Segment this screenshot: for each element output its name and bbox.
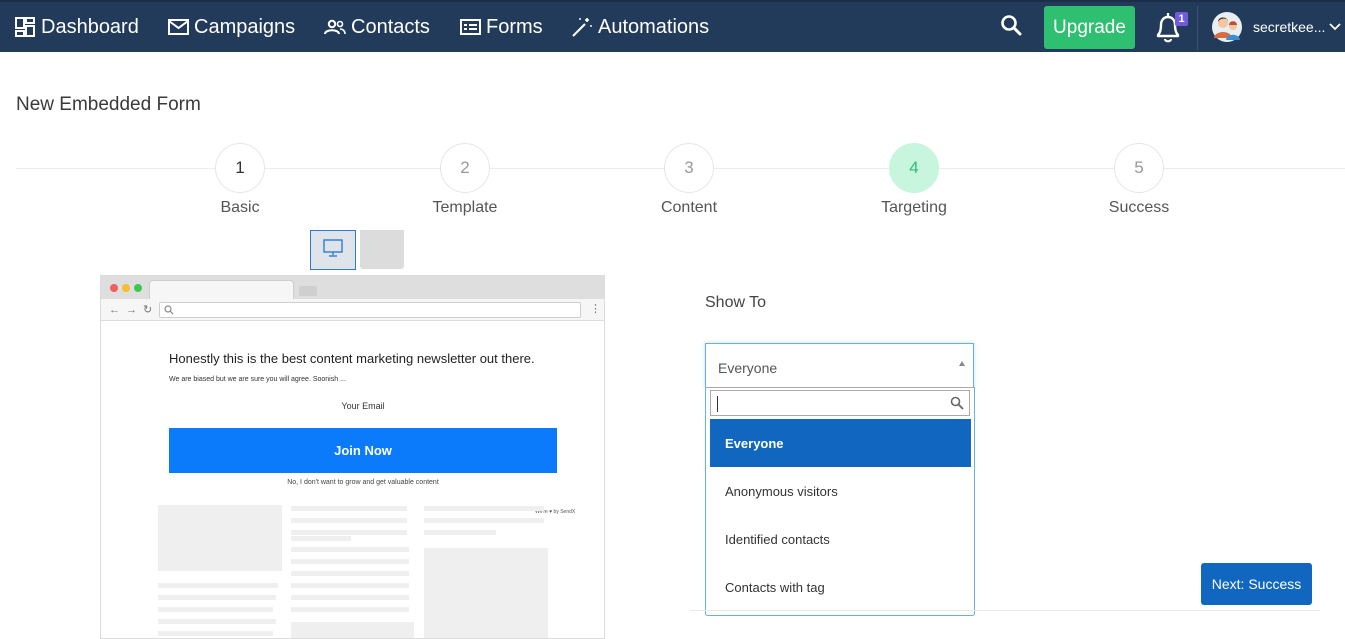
step-targeting[interactable]: 4 Targeting <box>854 143 974 217</box>
placeholder-line <box>158 619 276 624</box>
placeholder-block <box>291 622 414 638</box>
nav-forms[interactable]: Forms <box>459 2 543 52</box>
maximize-dot-icon <box>134 284 142 292</box>
nav-automations[interactable]: Automations <box>571 2 709 52</box>
placeholder-block <box>158 505 282 571</box>
step-label: Targeting <box>881 199 947 216</box>
placeholder-line <box>291 571 409 576</box>
option-identified-contacts[interactable]: Identified contacts <box>710 515 971 563</box>
placeholder-line <box>158 631 273 636</box>
next-success-button[interactable]: Next: Success <box>1201 563 1312 605</box>
placeholder-line <box>291 595 409 600</box>
search-icon <box>950 396 964 415</box>
option-everyone[interactable]: Everyone <box>710 419 971 467</box>
step-label: Basic <box>220 199 260 216</box>
step-number: 1 <box>215 143 265 193</box>
mobile-preview-button[interactable] <box>360 230 404 269</box>
option-anonymous-visitors[interactable]: Anonymous visitors <box>710 467 971 515</box>
step-template[interactable]: 2 Template <box>405 143 525 217</box>
placeholder-line <box>291 607 409 612</box>
embedded-form: Honestly this is the best content market… <box>158 331 581 515</box>
form-title: Honestly this is the best content market… <box>169 351 535 366</box>
step-number: 3 <box>664 143 714 193</box>
avatar <box>1212 12 1242 42</box>
placeholder-line <box>291 547 409 552</box>
notification-badge: 1 <box>1175 12 1188 26</box>
browser-titlebar <box>101 276 604 299</box>
nav-campaigns[interactable]: Campaigns <box>167 2 295 52</box>
form-subtitle: We are biased but we are sure you will a… <box>169 376 346 383</box>
browser-tab <box>149 280 294 299</box>
users-icon <box>324 16 346 38</box>
step-number: 5 <box>1114 143 1164 193</box>
desktop-preview-button[interactable] <box>310 230 356 270</box>
new-tab-icon <box>299 286 317 296</box>
placeholder-block <box>424 548 548 638</box>
show-to-dropdown: Everyone Anonymous visitors Identified c… <box>705 387 975 616</box>
step-basic[interactable]: 1 Basic <box>180 143 300 217</box>
placeholder-line <box>158 583 278 588</box>
browser-menu-icon: ⋮ <box>590 303 601 315</box>
step-label: Content <box>660 199 718 216</box>
placeholder-line <box>291 506 407 511</box>
placeholder-line <box>291 559 409 564</box>
nav-contacts[interactable]: Contacts <box>324 2 430 52</box>
step-number: 4 <box>889 143 939 193</box>
caret-up-icon <box>959 361 965 366</box>
upgrade-button[interactable]: Upgrade <box>1044 6 1135 49</box>
placeholder-line <box>424 518 544 523</box>
placeholder-line <box>291 536 351 541</box>
show-to-label: Show To <box>705 294 767 311</box>
nav-forms-label: Forms <box>486 15 543 38</box>
chevron-down-icon <box>1329 23 1342 31</box>
text-cursor <box>717 396 718 412</box>
browser-toolbar: ←→↻ ⋮ <box>101 299 604 321</box>
nav-contacts-label: Contacts <box>351 15 430 38</box>
show-to-selected-value: Everyone <box>718 360 778 376</box>
option-contacts-with-tag[interactable]: Contacts with tag <box>710 563 971 611</box>
step-number: 2 <box>440 143 490 193</box>
nav-automations-label: Automations <box>598 15 710 38</box>
username: secretkee... <box>1253 19 1326 35</box>
step-success[interactable]: 5 Success <box>1079 143 1199 217</box>
placeholder-line <box>424 530 496 535</box>
dashboard-icon <box>14 16 36 38</box>
footer-divider <box>690 610 1320 611</box>
placeholder-line <box>291 583 409 588</box>
nav-divider <box>1197 6 1198 50</box>
search-icon[interactable] <box>1000 14 1024 38</box>
email-field-label: Your Email <box>341 401 385 411</box>
nav-dashboard-label: Dashboard <box>41 15 139 38</box>
step-label: Template <box>432 199 498 216</box>
placeholder-line <box>424 506 544 511</box>
step-content[interactable]: 3 Content <box>629 143 749 217</box>
placeholder-line <box>158 607 273 612</box>
magic-wand-icon <box>571 16 593 38</box>
form-preview: ←→↻ ⋮ Honestly this is the best content … <box>100 275 605 639</box>
browser-url-bar <box>159 302 581 318</box>
show-to-select[interactable]: Everyone <box>705 343 974 388</box>
nav-dashboard[interactable]: Dashboard <box>14 2 139 52</box>
minimize-dot-icon <box>122 284 130 292</box>
join-now-button[interactable]: Join Now <box>169 428 557 473</box>
placeholder-line <box>291 530 407 535</box>
form-icon <box>459 16 481 38</box>
placeholder-line <box>158 595 276 600</box>
step-label: Success <box>1108 199 1170 216</box>
decline-link[interactable]: No, I don't want to grow and get valuabl… <box>158 479 568 486</box>
browser-nav-icons: ←→↻ <box>109 304 159 316</box>
close-dot-icon <box>110 284 118 292</box>
page-title: New Embedded Form <box>16 94 201 115</box>
user-menu[interactable]: secretkee... <box>1212 10 1342 44</box>
dropdown-search-input[interactable] <box>710 390 970 416</box>
placeholder-line <box>291 518 407 523</box>
nav-campaigns-label: Campaigns <box>194 15 296 38</box>
top-navbar: Dashboard Campaigns Contacts Forms Autom… <box>0 0 1345 52</box>
envelope-icon <box>167 16 189 38</box>
monitor-icon <box>322 238 344 263</box>
